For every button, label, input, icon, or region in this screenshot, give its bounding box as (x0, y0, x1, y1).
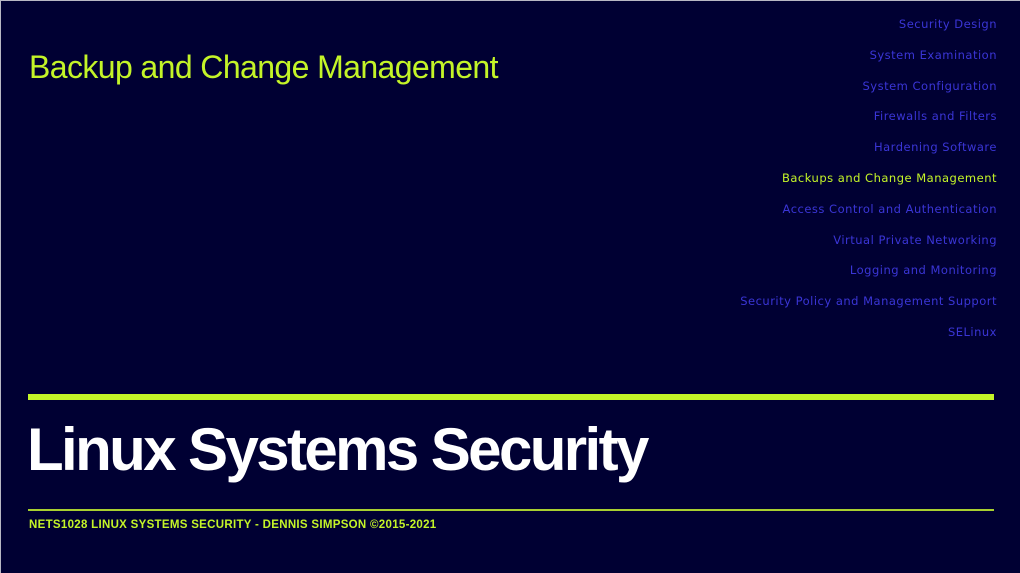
nav-item-hardening-software[interactable]: Hardening Software (740, 132, 997, 163)
nav-item-backups-and-change-management[interactable]: Backups and Change Management (740, 163, 997, 194)
accent-divider-thin (28, 509, 994, 511)
nav-item-vpn[interactable]: Virtual Private Networking (740, 225, 997, 256)
accent-divider-thick (28, 394, 994, 400)
slide: Backup and Change Management Security De… (0, 0, 1020, 573)
nav-item-system-examination[interactable]: System Examination (740, 40, 997, 71)
nav-item-system-configuration[interactable]: System Configuration (740, 71, 997, 102)
footer-copyright: NETS1028 LINUX SYSTEMS SECURITY - DENNIS… (29, 519, 437, 531)
nav-item-security-design[interactable]: Security Design (740, 9, 997, 40)
nav-item-firewalls-and-filters[interactable]: Firewalls and Filters (740, 101, 997, 132)
nav-item-selinux[interactable]: SELinux (740, 317, 997, 348)
section-title: Backup and Change Management (29, 49, 498, 85)
nav-item-logging-and-monitoring[interactable]: Logging and Monitoring (740, 255, 997, 286)
nav-item-access-control[interactable]: Access Control and Authentication (740, 194, 997, 225)
nav-item-security-policy[interactable]: Security Policy and Management Support (740, 286, 997, 317)
course-title: Linux Systems Security (27, 416, 649, 483)
topic-nav: Security Design System Examination Syste… (740, 9, 997, 348)
